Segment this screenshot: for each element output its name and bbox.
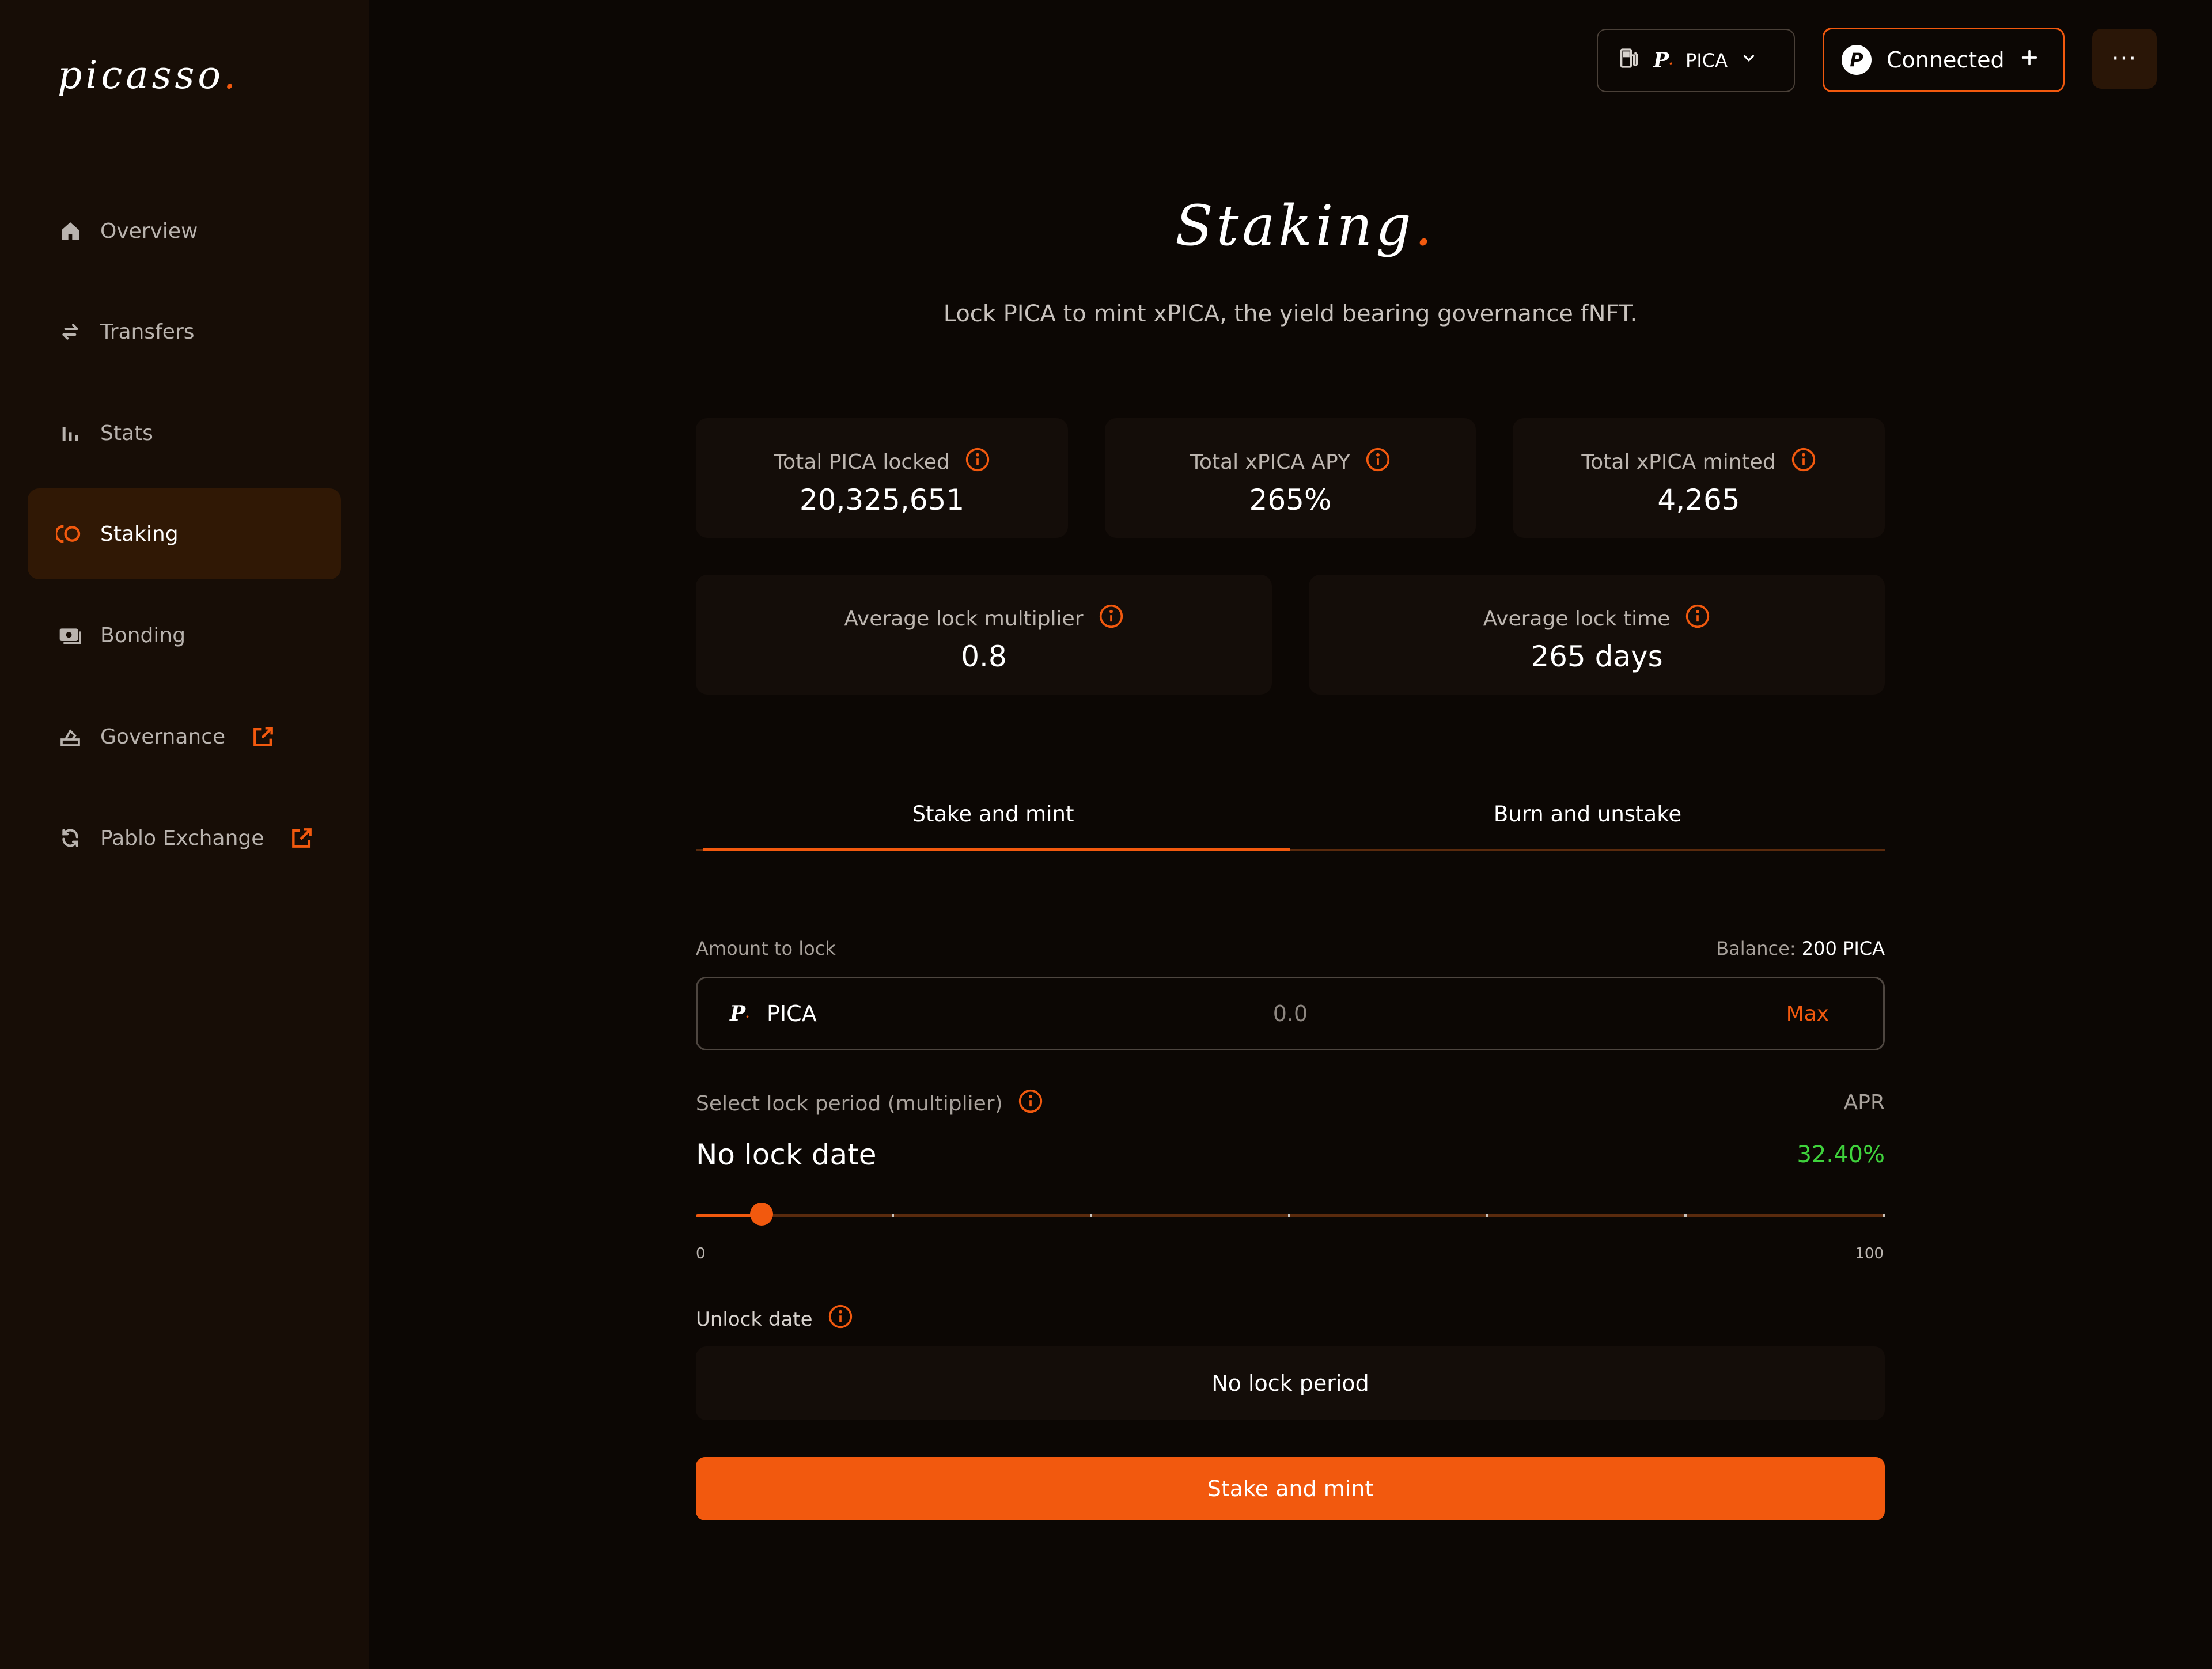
info-icon[interactable] [1099,604,1124,634]
stake-and-mint-button[interactable]: Stake and mint [696,1457,1885,1520]
sidebar-item-label: Pablo Exchange [100,826,264,850]
stat-label-row: Total PICA locked [696,447,1068,477]
more-dots-icon: ··· [2111,45,2138,72]
info-icon[interactable] [1791,447,1816,477]
stat-card-total-pica-locked: Total PICA locked 20,325,651 [696,418,1068,538]
sidebar-item-label: Bonding [100,623,186,647]
bar-chart-icon [56,419,84,447]
stat-label-row: Total xPICA APY [1105,447,1476,477]
external-link-icon [251,724,276,749]
stat-card-total-xpica-apy: Total xPICA APY 265% [1105,418,1476,538]
lock-period-label-row: Select lock period (multiplier) [696,1088,1043,1119]
info-icon[interactable] [1685,604,1710,634]
staking-icon [56,520,84,548]
sidebar-item-transfers[interactable]: Transfers [28,286,341,377]
stat-label: Total PICA locked [774,450,950,474]
unlock-date-label: Unlock date [696,1307,813,1331]
unlock-date-label-row: Unlock date [696,1304,853,1334]
wallet-connected-button[interactable]: P Connected [1823,28,2065,92]
stake-tabs: Stake and mint Burn and unstake [696,783,1885,851]
sidebar-item-label: Staking [100,522,179,546]
sidebar-item-label: Governance [100,725,226,749]
pica-token-icon: P· [1653,48,1673,73]
stat-value: 20,325,651 [799,483,965,517]
info-icon[interactable] [828,1304,853,1334]
stat-label: Total xPICA APY [1190,450,1350,474]
stat-label-row: Total xPICA minted [1513,447,1885,477]
amount-value[interactable]: 0.0 [698,1001,1883,1026]
amount-label: Amount to lock [696,938,836,959]
sidebar-item-overview[interactable]: Overview [28,185,341,276]
stat-card-average-lock-time: Average lock time 265 days [1309,575,1885,695]
sidebar-item-label: Stats [100,421,153,445]
lock-period-slider[interactable] [696,1203,1885,1226]
amount-input[interactable]: P· PICA 0.0 Max [696,977,1885,1050]
info-icon[interactable] [1018,1088,1043,1119]
lock-period-label: Select lock period (multiplier) [696,1092,1003,1116]
sidebar-item-label: Overview [100,219,198,243]
sidebar-item-stats[interactable]: Stats [28,388,341,479]
network-label: PICA [1685,50,1728,71]
slider-min-label: 0 [696,1245,706,1262]
external-link-icon [289,825,315,851]
slider-tick [892,1214,895,1217]
more-options-button[interactable]: ··· [2092,29,2157,89]
stat-label-row: Average lock time [1309,604,1885,634]
gas-pump-icon [1618,47,1641,74]
slider-tick [1288,1214,1290,1217]
tab-burn-and-unstake[interactable]: Burn and unstake [1290,783,1885,849]
stat-value: 4,265 [1657,483,1740,517]
logo-dot: . [224,53,239,97]
stat-label: Average lock time [1483,607,1671,631]
slider-tick [1486,1214,1489,1217]
info-icon[interactable] [1365,447,1391,477]
balance-value: 200 PICA [1801,938,1885,959]
stat-card-total-xpica-minted: Total xPICA minted 4,265 [1513,418,1885,538]
stat-value: 0.8 [961,640,1007,673]
network-selector[interactable]: P· PICA [1597,29,1795,92]
info-icon[interactable] [965,447,990,477]
tab-stake-and-mint[interactable]: Stake and mint [696,783,1290,851]
logo[interactable]: picasso. [58,53,239,97]
apr-label: APR [1843,1091,1885,1114]
logo-text: picasso [58,53,224,97]
exchange-icon [56,824,84,852]
sidebar-item-governance[interactable]: Governance [28,691,341,782]
slider-tick [1684,1214,1687,1217]
page-title: Staking. [1175,194,1432,258]
stat-value: 265% [1249,483,1332,517]
slider-max-label: 100 [1855,1245,1884,1262]
sidebar: picasso. Overview Transfers Stats Stakin… [0,0,369,1669]
connected-label: Connected [1887,47,2005,73]
page-title-text: Staking [1175,194,1415,258]
page-subtitle: Lock PICA to mint xPICA, the yield beari… [943,301,1638,327]
chevron-down-icon [1740,50,1758,71]
sidebar-item-pablo-exchange[interactable]: Pablo Exchange [28,792,341,883]
unlock-date-value: No lock period [696,1346,1885,1420]
slider-thumb[interactable] [749,1203,773,1226]
max-button[interactable]: Max [1786,1002,1829,1026]
stat-card-average-lock-multiplier: Average lock multiplier 0.8 [696,575,1272,695]
lock-period-value: No lock date [696,1138,877,1171]
polkadot-wallet-icon: P [1842,45,1872,75]
bonding-icon [56,621,84,649]
slider-track[interactable] [696,1214,1885,1217]
sidebar-item-bonding[interactable]: Bonding [28,590,341,681]
slider-tick [1883,1214,1885,1217]
balance-text: Balance: 200 PICA [1716,938,1885,959]
slider-tick [1089,1214,1092,1217]
balance-prefix: Balance: [1716,938,1796,959]
governance-icon [56,723,84,750]
stat-label-row: Average lock multiplier [696,604,1272,634]
plus-icon [2020,47,2039,73]
stat-value: 265 days [1531,640,1663,673]
stat-label: Average lock multiplier [844,607,1084,631]
apr-value: 32.40% [1797,1141,1885,1168]
transfer-arrows-icon [56,318,84,346]
sidebar-item-label: Transfers [100,320,195,344]
stat-label: Total xPICA minted [1581,450,1776,474]
sidebar-item-staking[interactable]: Staking [28,488,341,579]
home-icon [56,217,84,245]
title-dot: . [1414,194,1436,258]
